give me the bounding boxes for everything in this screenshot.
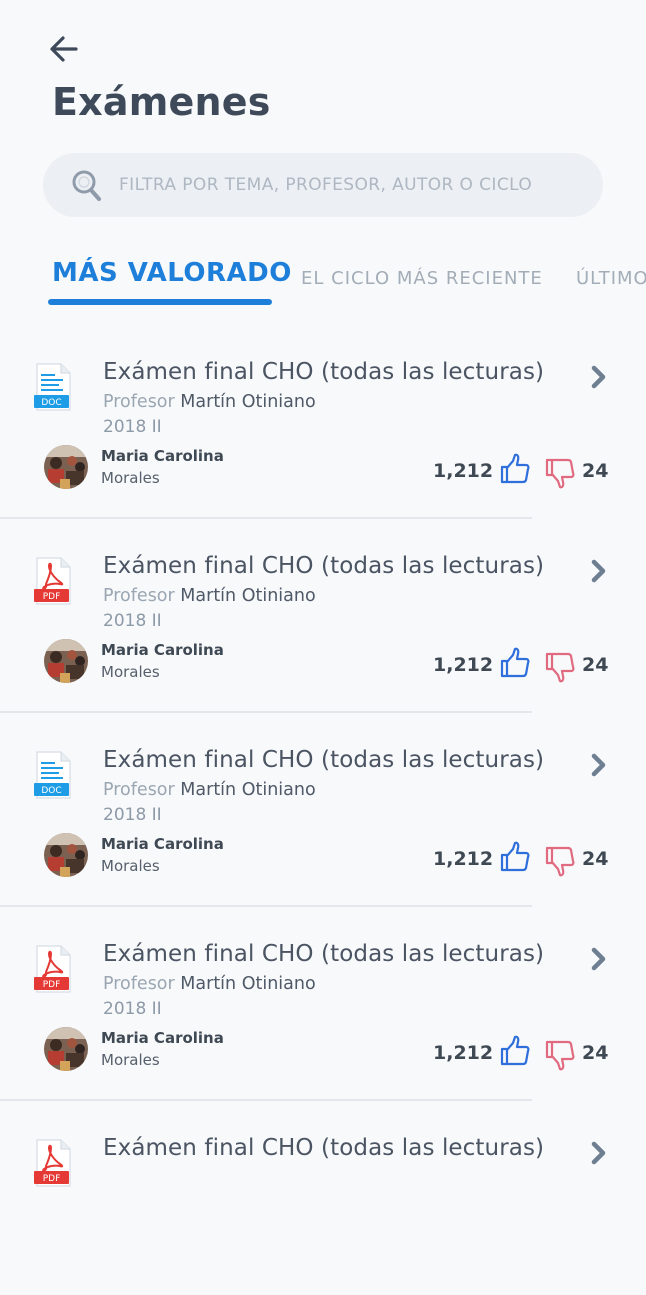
exam-professor: Profesor Martín Otiniano xyxy=(103,974,316,994)
thumbs-up-icon[interactable] xyxy=(500,647,530,679)
author-first-name: Maria Carolina xyxy=(101,447,224,465)
chevron-right-icon[interactable] xyxy=(586,945,610,973)
svg-text:PDF: PDF xyxy=(43,980,61,990)
pdf-file-icon: PDF xyxy=(34,945,71,993)
professor-label: Profesor xyxy=(103,780,175,800)
likes-count: 1,212 xyxy=(433,848,494,870)
tab-ultimos[interactable]: ÚLTIMOS xyxy=(576,268,646,289)
exam-title: Exámen final CHO (todas las lecturas) xyxy=(103,941,545,967)
doc-file-icon: DOC xyxy=(34,363,71,411)
exam-title: Exámen final CHO (todas las lecturas) xyxy=(103,1135,545,1161)
back-button[interactable] xyxy=(46,30,84,68)
exam-cycle: 2018 II xyxy=(103,417,162,437)
list-item[interactable]: DOC Exámen final CHO (todas las lecturas… xyxy=(0,325,646,519)
exam-professor: Profesor Martín Otiniano xyxy=(103,586,316,606)
list-item[interactable]: DOC Exámen final CHO (todas las lecturas… xyxy=(0,713,646,907)
likes-count: 1,212 xyxy=(433,460,494,482)
doc-file-icon: DOC xyxy=(34,751,71,799)
exam-cycle: 2018 II xyxy=(103,611,162,631)
professor-label: Profesor xyxy=(103,586,175,606)
pdf-file-icon: PDF xyxy=(34,1139,71,1187)
avatar xyxy=(44,1027,88,1071)
thumbs-down-icon[interactable] xyxy=(545,1039,575,1071)
professor-label: Profesor xyxy=(103,974,175,994)
author-last-name: Morales xyxy=(101,663,160,681)
list-item[interactable]: PDF Exámen final CHO (todas las lecturas… xyxy=(0,1101,646,1295)
svg-text:DOC: DOC xyxy=(41,398,61,408)
avatar xyxy=(44,833,88,877)
thumbs-up-icon[interactable] xyxy=(500,841,530,873)
exam-title: Exámen final CHO (todas las lecturas) xyxy=(103,553,545,579)
exam-list: DOC Exámen final CHO (todas las lecturas… xyxy=(0,325,646,1295)
likes-count: 1,212 xyxy=(433,1042,494,1064)
author-first-name: Maria Carolina xyxy=(101,641,224,659)
svg-text:PDF: PDF xyxy=(43,1174,61,1184)
dislikes-count: 24 xyxy=(582,460,609,482)
search-input[interactable] xyxy=(119,153,589,217)
pdf-file-icon: PDF xyxy=(34,557,71,605)
author-last-name: Morales xyxy=(101,1051,160,1069)
dislikes-count: 24 xyxy=(582,848,609,870)
exam-title: Exámen final CHO (todas las lecturas) xyxy=(103,359,545,385)
chevron-right-icon[interactable] xyxy=(586,557,610,585)
tab-mas-valorado[interactable]: MÁS VALORADO xyxy=(52,258,292,288)
search-icon xyxy=(72,170,101,201)
tab-ciclo-mas-reciente[interactable]: EL CICLO MÁS RECIENTE xyxy=(301,268,543,289)
svg-text:DOC: DOC xyxy=(41,786,61,796)
likes-count: 1,212 xyxy=(433,654,494,676)
professor-name: Martín Otiniano xyxy=(180,392,316,412)
dislikes-count: 24 xyxy=(582,654,609,676)
svg-text:PDF: PDF xyxy=(43,592,61,602)
professor-name: Martín Otiniano xyxy=(180,780,316,800)
thumbs-down-icon[interactable] xyxy=(545,651,575,683)
search-bar[interactable] xyxy=(43,153,603,217)
professor-name: Martín Otiniano xyxy=(180,974,316,994)
exam-professor: Profesor Martín Otiniano xyxy=(103,392,316,412)
chevron-right-icon[interactable] xyxy=(586,363,610,391)
chevron-right-icon[interactable] xyxy=(586,751,610,779)
professor-name: Martín Otiniano xyxy=(180,586,316,606)
author-first-name: Maria Carolina xyxy=(101,1029,224,1047)
professor-label: Profesor xyxy=(103,392,175,412)
exam-cycle: 2018 II xyxy=(103,999,162,1019)
avatar xyxy=(44,639,88,683)
author-last-name: Morales xyxy=(101,469,160,487)
thumbs-down-icon[interactable] xyxy=(545,457,575,489)
active-tab-indicator xyxy=(48,299,272,305)
author-last-name: Morales xyxy=(101,857,160,875)
author-first-name: Maria Carolina xyxy=(101,835,224,853)
thumbs-up-icon[interactable] xyxy=(500,1035,530,1067)
exam-title: Exámen final CHO (todas las lecturas) xyxy=(103,747,545,773)
dislikes-count: 24 xyxy=(582,1042,609,1064)
thumbs-up-icon[interactable] xyxy=(500,453,530,485)
thumbs-down-icon[interactable] xyxy=(545,845,575,877)
exam-cycle: 2018 II xyxy=(103,805,162,825)
list-item[interactable]: PDF Exámen final CHO (todas las lecturas… xyxy=(0,907,646,1101)
exam-professor: Profesor Martín Otiniano xyxy=(103,780,316,800)
avatar xyxy=(44,445,88,489)
arrow-left-icon xyxy=(50,36,78,62)
list-item[interactable]: PDF Exámen final CHO (todas las lecturas… xyxy=(0,519,646,713)
page-title: Exámenes xyxy=(52,80,271,124)
chevron-right-icon[interactable] xyxy=(586,1139,610,1167)
